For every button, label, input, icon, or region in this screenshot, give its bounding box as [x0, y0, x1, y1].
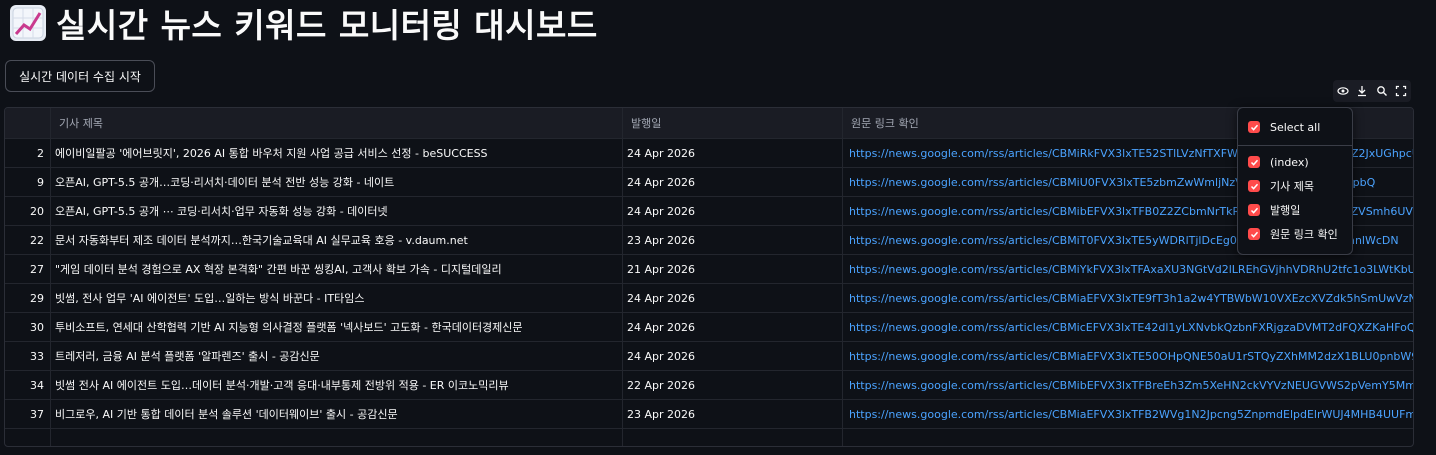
row-link[interactable]: [843, 429, 1413, 446]
row-index: 33: [5, 342, 51, 370]
row-index: 29: [5, 284, 51, 312]
checkbox-checked-icon[interactable]: [1248, 156, 1260, 168]
row-index: 37: [5, 400, 51, 428]
row-index: 27: [5, 255, 51, 283]
row-link[interactable]: https://news.google.com/rss/articles/CBM…: [843, 371, 1413, 399]
checkbox-checked-icon[interactable]: [1248, 121, 1260, 133]
row-index: 20: [5, 197, 51, 225]
row-index: [5, 429, 51, 446]
menu-select-all[interactable]: Select all: [1248, 118, 1320, 136]
table-row-partial[interactable]: [5, 429, 1413, 446]
row-title[interactable]: [51, 429, 623, 446]
table-row[interactable]: 29 빗썸, 전사 업무 'AI 에이전트' 도입…일하는 방식 바꾼다 - I…: [5, 284, 1413, 313]
header-index[interactable]: [5, 108, 51, 138]
row-date[interactable]: 22 Apr 2026: [623, 371, 843, 399]
row-link[interactable]: https://news.google.com/rss/articles/CBM…: [843, 255, 1413, 283]
row-title[interactable]: 빗썸, 전사 업무 'AI 에이전트' 도입…일하는 방식 바꾼다 - IT타임…: [51, 284, 623, 312]
menu-item-label: 기사 제목: [1270, 180, 1314, 193]
table-row[interactable]: 33 트레저러, 금융 AI 분석 플랫폼 '알파렌즈' 출시 - 공감신문 2…: [5, 342, 1413, 371]
row-link[interactable]: https://news.google.com/rss/articles/CBM…: [843, 284, 1413, 312]
page-title: 실시간 뉴스 키워드 모니터링 대시보드: [56, 6, 598, 45]
table-row[interactable]: 2 에이비일팔공 '에어브릿지', 2026 AI 통합 바우처 지원 사업 공…: [5, 139, 1413, 168]
chart-increasing-icon: [10, 5, 46, 41]
row-index: 30: [5, 313, 51, 341]
row-link[interactable]: https://news.google.com/rss/articles/CBM…: [843, 313, 1413, 341]
row-title[interactable]: 에이비일팔공 '에어브릿지', 2026 AI 통합 바우처 지원 사업 공급 …: [51, 139, 623, 167]
row-date[interactable]: [623, 429, 843, 446]
row-title[interactable]: 투비소프트, 연세대 산학협력 기반 AI 지능형 의사결정 플랫폼 '넥사보드…: [51, 313, 623, 341]
checkbox-checked-icon[interactable]: [1248, 180, 1260, 192]
row-title[interactable]: 오픈AI, GPT-5.5 공개 ⋯ 코딩·리서치·업무 자동화 성능 강화 -…: [51, 197, 623, 225]
table-toolbar: [1333, 80, 1411, 102]
menu-select-all-label: Select all: [1270, 120, 1321, 134]
table-row[interactable]: 22 문서 자동화부터 제조 데이터 분석까지…한국기술교육대 AI 실무교육 …: [5, 226, 1413, 255]
row-link[interactable]: https://news.google.com/rss/articles/CBM…: [843, 342, 1413, 370]
table-header-row: 기사 제목 발행일 원문 링크 확인: [5, 108, 1413, 139]
row-title[interactable]: 비그로우, AI 기반 통합 데이터 분석 솔루션 '데이터웨이브' 출시 - …: [51, 400, 623, 428]
row-date[interactable]: 23 Apr 2026: [623, 400, 843, 428]
table-row[interactable]: 9 오픈AI, GPT-5.5 공개…코딩·리서치·데이터 분석 전반 성능 강…: [5, 168, 1413, 197]
header-title[interactable]: 기사 제목: [51, 108, 623, 138]
row-title[interactable]: 트레저러, 금융 AI 분석 플랫폼 '알파렌즈' 출시 - 공감신문: [51, 342, 623, 370]
table-row[interactable]: 30 투비소프트, 연세대 산학협력 기반 AI 지능형 의사결정 플랫폼 '넥…: [5, 313, 1413, 342]
menu-item-link[interactable]: 원문 링크 확인: [1248, 225, 1338, 243]
header-date[interactable]: 발행일: [623, 108, 843, 138]
row-date[interactable]: 24 Apr 2026: [623, 313, 843, 341]
menu-item-index[interactable]: (index): [1248, 153, 1309, 171]
start-collection-button[interactable]: 실시간 데이터 수집 시작: [5, 60, 155, 92]
eye-icon[interactable]: [1336, 84, 1350, 98]
row-date[interactable]: 21 Apr 2026: [623, 255, 843, 283]
table-row[interactable]: 27 "게임 데이터 분석 경험으로 AX 혁장 본격화" 간편 바꾼 씽킹AI…: [5, 255, 1413, 284]
menu-item-label: 발행일: [1270, 204, 1301, 217]
menu-item-label: (index): [1270, 155, 1309, 169]
row-title[interactable]: 문서 자동화부터 제조 데이터 분석까지…한국기술교육대 AI 실무교육 호응 …: [51, 226, 623, 254]
page-title-area: 실시간 뉴스 키워드 모니터링 대시보드: [10, 0, 598, 46]
menu-item-label: 원문 링크 확인: [1270, 228, 1338, 241]
table-row[interactable]: 34 빗썸 전사 AI 에이전트 도입…데이터 분석·개발·고객 응대·내부통제…: [5, 371, 1413, 400]
menu-divider: [1238, 145, 1352, 146]
row-index: 2: [5, 139, 51, 167]
row-date[interactable]: 24 Apr 2026: [623, 139, 843, 167]
checkbox-checked-icon[interactable]: [1248, 204, 1260, 216]
menu-item-date[interactable]: 발행일: [1248, 201, 1300, 219]
row-index: 22: [5, 226, 51, 254]
row-link[interactable]: https://news.google.com/rss/articles/CBM…: [843, 400, 1413, 428]
download-icon[interactable]: [1355, 84, 1369, 98]
row-date[interactable]: 24 Apr 2026: [623, 197, 843, 225]
row-date[interactable]: 24 Apr 2026: [623, 168, 843, 196]
checkbox-checked-icon[interactable]: [1248, 228, 1260, 240]
row-date[interactable]: 24 Apr 2026: [623, 284, 843, 312]
search-icon[interactable]: [1375, 84, 1389, 98]
news-data-table[interactable]: 기사 제목 발행일 원문 링크 확인 2 에이비일팔공 '에어브릿지', 202…: [4, 107, 1414, 447]
row-title[interactable]: 오픈AI, GPT-5.5 공개…코딩·리서치·데이터 분석 전반 성능 강화 …: [51, 168, 623, 196]
fullscreen-icon[interactable]: [1394, 84, 1408, 98]
row-index: 34: [5, 371, 51, 399]
row-title[interactable]: "게임 데이터 분석 경험으로 AX 혁장 본격화" 간편 바꾼 씽킹AI, 고…: [51, 255, 623, 283]
row-date[interactable]: 23 Apr 2026: [623, 226, 843, 254]
table-row[interactable]: 20 오픈AI, GPT-5.5 공개 ⋯ 코딩·리서치·업무 자동화 성능 강…: [5, 197, 1413, 226]
row-title[interactable]: 빗썸 전사 AI 에이전트 도입…데이터 분석·개발·고객 응대·내부통제 전방…: [51, 371, 623, 399]
row-index: 9: [5, 168, 51, 196]
row-date[interactable]: 24 Apr 2026: [623, 342, 843, 370]
column-visibility-menu[interactable]: Select all (index) 기사 제목 발행일 원문 링크 확인: [1237, 107, 1353, 255]
menu-item-title[interactable]: 기사 제목: [1248, 177, 1314, 195]
table-row[interactable]: 37 비그로우, AI 기반 통합 데이터 분석 솔루션 '데이터웨이브' 출시…: [5, 400, 1413, 429]
